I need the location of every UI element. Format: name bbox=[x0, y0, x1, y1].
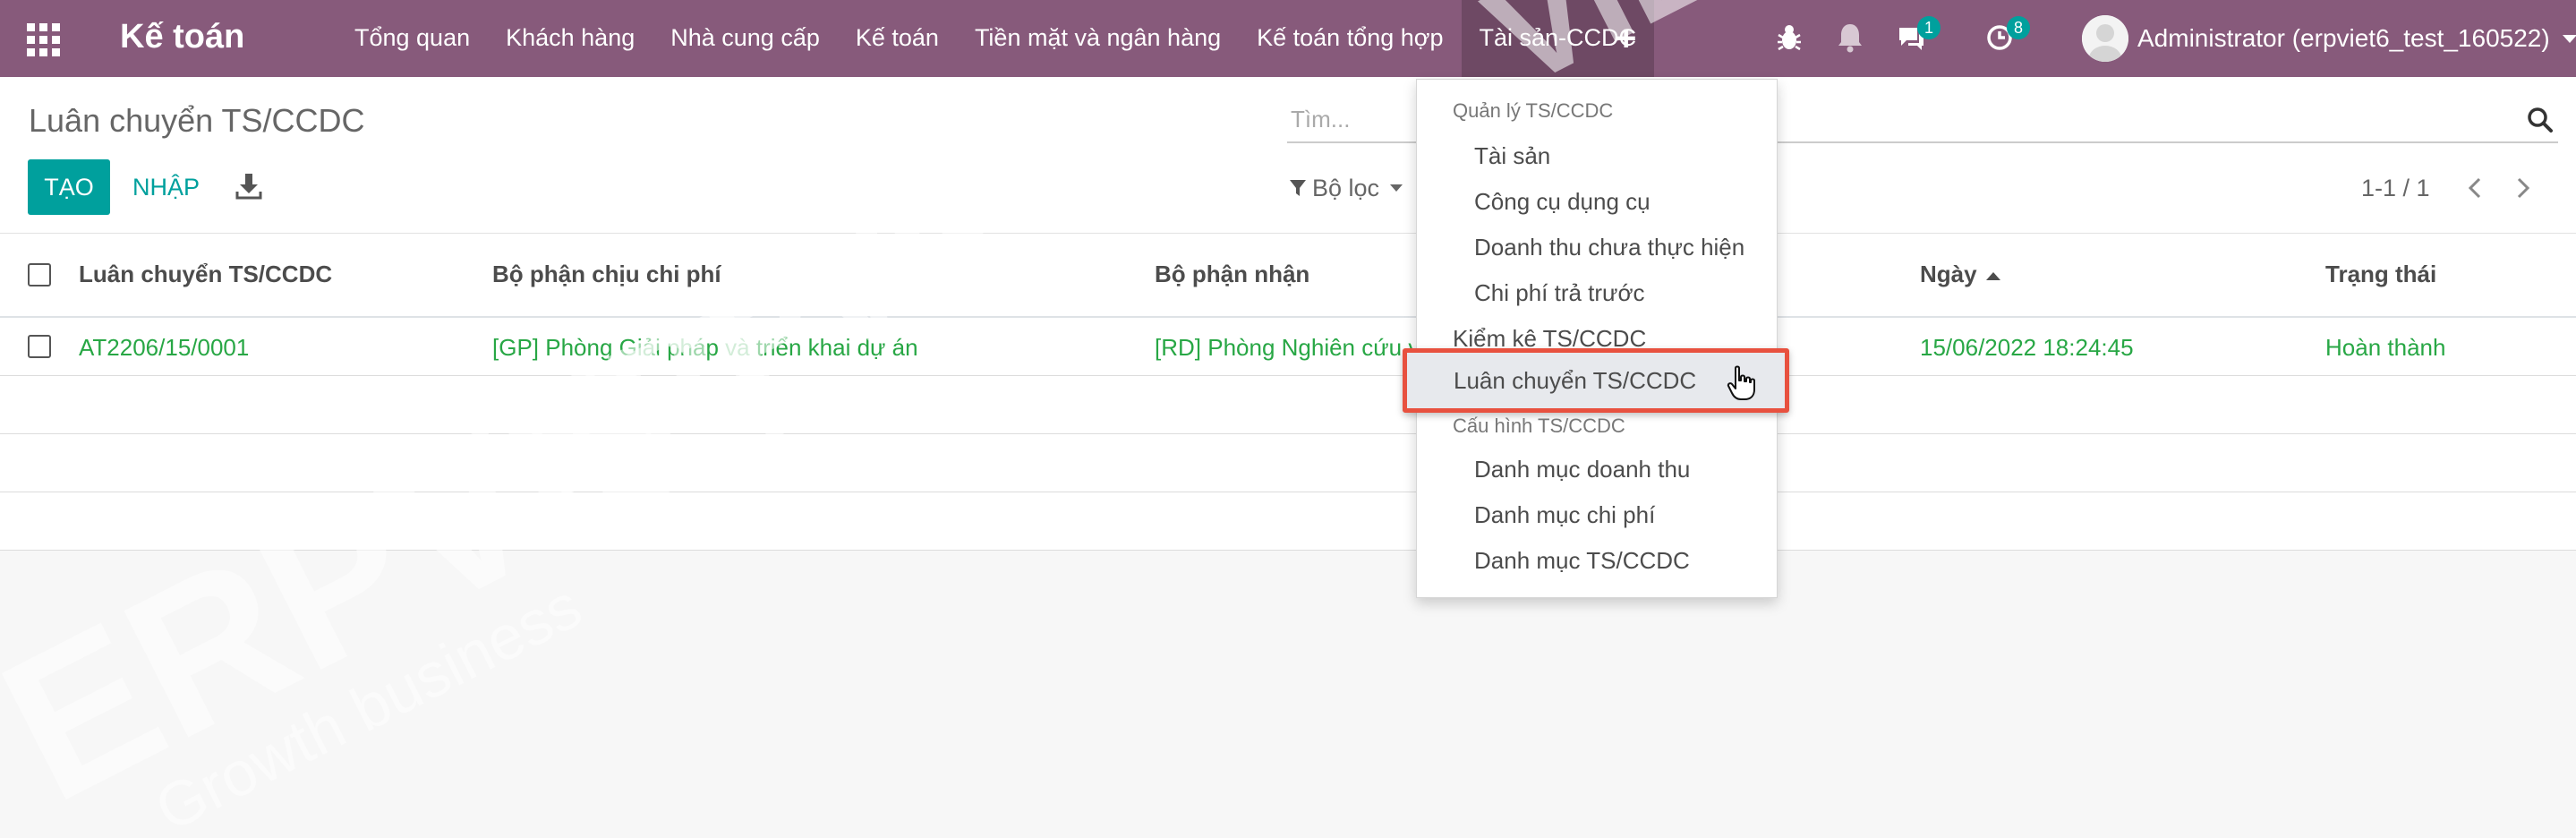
svg-text:Growth business: Growth business bbox=[144, 570, 592, 838]
cell-cost-department: [GP] Phòng Giải pháp và triển khai dự án bbox=[492, 334, 918, 361]
column-header-date[interactable]: Ngày bbox=[1920, 261, 2000, 288]
breadcrumb: Luân chuyển TS/CCDC bbox=[29, 102, 365, 139]
table-header: Luân chuyển TS/CCDC Bộ phận chịu chi phí… bbox=[0, 234, 2576, 318]
dropdown-item-transfer-label: Luân chuyển TS/CCDC bbox=[1454, 367, 1697, 394]
chevron-right-icon bbox=[2517, 177, 2529, 199]
chevron-left-icon bbox=[2468, 177, 2480, 199]
cell-receiving-department: [RD] Phòng Nghiên cứu và bbox=[1155, 334, 1423, 361]
hand-pointer-icon bbox=[1727, 365, 1755, 400]
menu-customers[interactable]: Khách hàng bbox=[488, 0, 653, 77]
control-panel: Luân chuyển TS/CCDC TẠO NHẬP Bộ lọc 1-1 … bbox=[0, 77, 2576, 234]
menu-general-ledger[interactable]: Kế toán tổng hợp bbox=[1239, 0, 1461, 77]
cell-date: 15/06/2022 18:24:45 bbox=[1920, 334, 2134, 361]
chat-icon[interactable]: 1 bbox=[1896, 16, 1941, 56]
caret-down-icon bbox=[1390, 184, 1403, 192]
bell-icon[interactable] bbox=[1837, 20, 1864, 56]
pager: 1-1 / 1 bbox=[2361, 170, 2554, 206]
assets-dropdown-menu: Quản lý TS/CCDC Tài sản Công cụ dụng cụ … bbox=[1403, 79, 1789, 598]
filter-button[interactable]: Bộ lọc bbox=[1289, 170, 1403, 206]
empty-row bbox=[0, 434, 2576, 492]
activities-count-badge: 8 bbox=[2007, 16, 2030, 39]
empty-row bbox=[0, 492, 2576, 551]
column-header-date-label: Ngày bbox=[1920, 261, 1977, 287]
filter-icon bbox=[1290, 180, 1306, 196]
chevron-down-icon bbox=[2562, 34, 2576, 43]
cell-status: Hoàn thành bbox=[2325, 334, 2446, 361]
sort-ascending-icon bbox=[1985, 271, 2000, 280]
main-menu: Tổng quan Khách hàng Nhà cung cấp Kế toá… bbox=[337, 0, 1655, 77]
app-title[interactable]: Kế toán bbox=[120, 16, 244, 57]
empty-row bbox=[0, 376, 2576, 434]
menu-vendors[interactable]: Nhà cung cấp bbox=[653, 0, 838, 77]
plus-icon[interactable]: + bbox=[1616, 18, 1636, 59]
column-header-receiving-department[interactable]: Bộ phận nhận bbox=[1155, 261, 1309, 288]
download-icon[interactable] bbox=[235, 170, 263, 202]
dropdown-item-unearned-revenue[interactable]: Doanh thu chưa thực hiện bbox=[1474, 234, 1744, 261]
user-menu[interactable]: Administrator (erpviet6_test_160522) bbox=[2082, 13, 2576, 64]
row-checkbox[interactable] bbox=[28, 335, 51, 358]
menu-overview[interactable]: Tổng quan bbox=[337, 0, 488, 77]
dropdown-item-prepaid-expenses[interactable]: Chi phí trả trước bbox=[1474, 279, 1645, 307]
column-header-cost-department[interactable]: Bộ phận chịu chi phí bbox=[492, 261, 721, 288]
pager-previous-button[interactable] bbox=[2457, 170, 2493, 206]
dropdown-item-assets[interactable]: Tài sản bbox=[1474, 142, 1550, 170]
table-row[interactable]: AT2206/15/0001 [GP] Phòng Giải pháp và t… bbox=[0, 318, 2576, 376]
apps-grid-icon[interactable] bbox=[25, 21, 63, 59]
user-name: Administrator (erpviet6_test_160522) bbox=[2137, 24, 2550, 52]
messages-count-badge: 1 bbox=[1917, 16, 1941, 39]
dropdown-item-expense-categories[interactable]: Danh mục chi phí bbox=[1474, 501, 1655, 529]
bug-icon[interactable] bbox=[1776, 20, 1803, 56]
column-header-status[interactable]: Trạng thái bbox=[2325, 261, 2436, 288]
dropdown-item-asset-categories[interactable]: Danh mục TS/CCDC bbox=[1474, 547, 1690, 575]
dropdown-section-header: Quản lý TS/CCDC bbox=[1453, 99, 1614, 122]
dropdown-item-revenue-categories[interactable]: Danh mục doanh thu bbox=[1474, 456, 1690, 483]
list-table: Luân chuyển TS/CCDC Bộ phận chịu chi phí… bbox=[0, 234, 2576, 551]
menu-accounting[interactable]: Kế toán bbox=[838, 0, 957, 77]
menu-cash-bank[interactable]: Tiền mặt và ngân hàng bbox=[957, 0, 1239, 77]
top-navbar: Kế toán Tổng quan Khách hàng Nhà cung cấ… bbox=[0, 0, 2576, 77]
create-button[interactable]: TẠO bbox=[28, 159, 110, 215]
avatar bbox=[2082, 15, 2128, 62]
dropdown-item-tools[interactable]: Công cụ dụng cụ bbox=[1474, 188, 1651, 216]
pager-next-button[interactable] bbox=[2505, 170, 2541, 206]
cell-code: AT2206/15/0001 bbox=[79, 334, 250, 361]
pager-value[interactable]: 1-1 / 1 bbox=[2361, 175, 2430, 202]
clock-icon[interactable]: 8 bbox=[1985, 16, 2030, 56]
select-all-checkbox[interactable] bbox=[28, 263, 51, 286]
filter-label: Bộ lọc bbox=[1312, 174, 1380, 201]
import-button[interactable]: NHẬP bbox=[124, 159, 209, 215]
dropdown-section-header: Cấu hình TS/CCDC bbox=[1453, 415, 1625, 437]
column-header-transfer[interactable]: Luân chuyển TS/CCDC bbox=[79, 261, 332, 288]
search-icon[interactable] bbox=[2526, 106, 2555, 134]
